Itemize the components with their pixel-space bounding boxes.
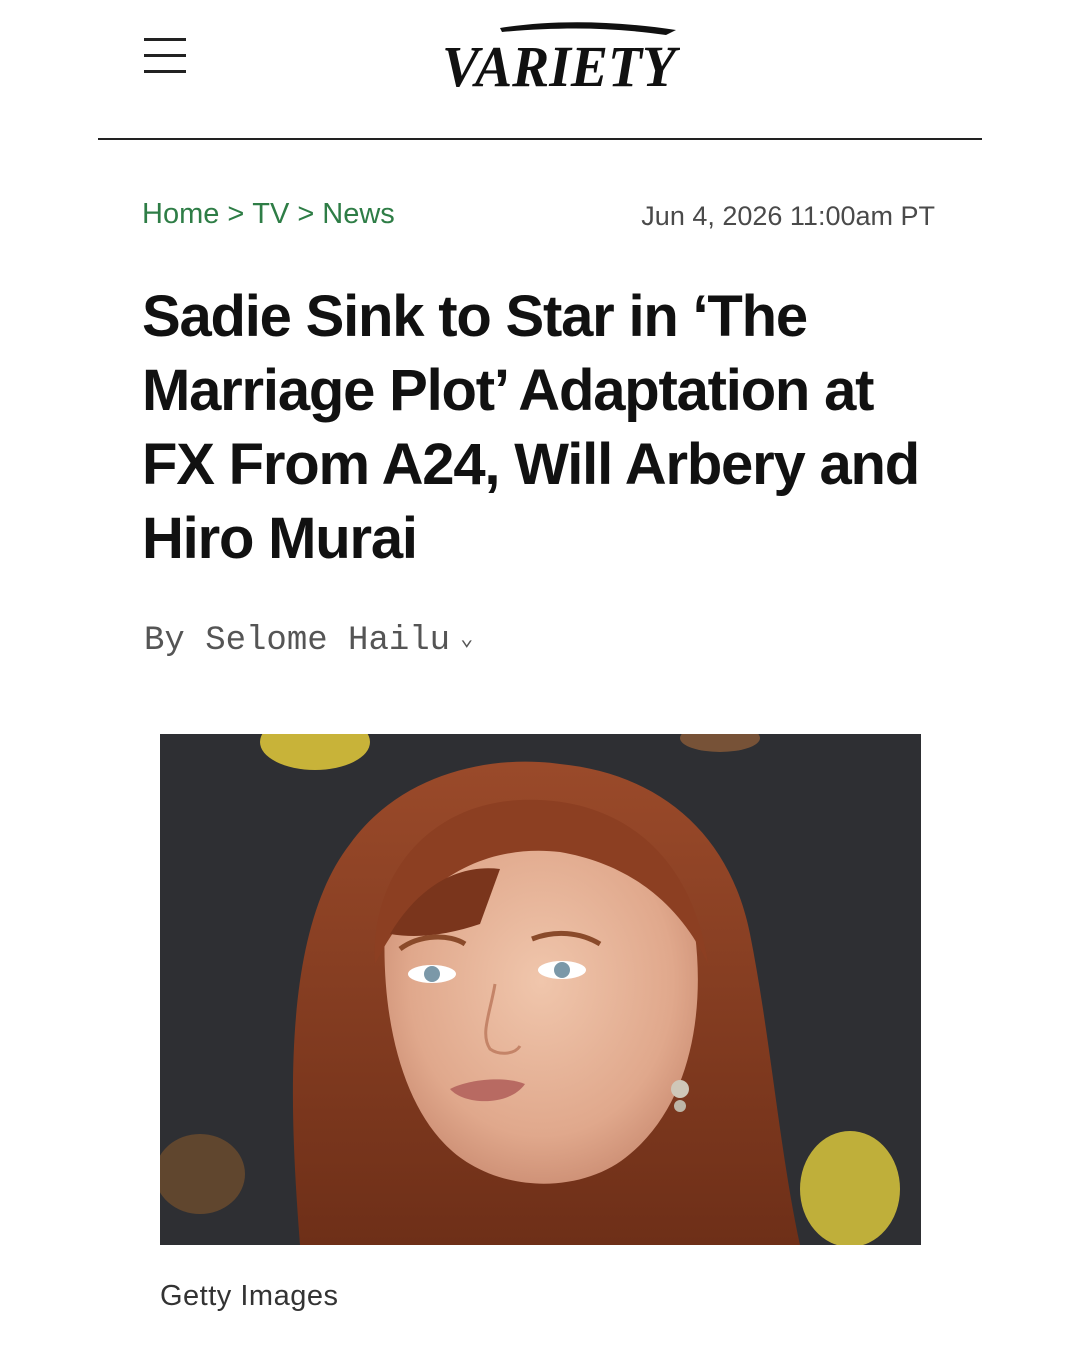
portrait-illustration — [160, 734, 921, 1245]
article-hero-image — [160, 734, 921, 1245]
breadcrumb-separator: > — [297, 198, 315, 230]
breadcrumb-home[interactable]: Home — [142, 198, 219, 230]
byline-prefix: By — [144, 622, 185, 660]
article-timestamp: Jun 4, 2026 11:00am PT — [641, 201, 935, 231]
chevron-down-icon: ⌄ — [460, 627, 474, 652]
breadcrumb: Home > TV > News — [142, 198, 395, 231]
variety-logo[interactable]: VARIETY — [440, 18, 680, 96]
breadcrumb-separator: > — [227, 198, 245, 230]
variety-logo-graphic: VARIETY — [442, 22, 680, 96]
author-name: Selome Hailu — [205, 622, 451, 660]
header-divider — [98, 138, 982, 140]
byline[interactable]: By Selome Hailu ⌄ — [144, 622, 473, 660]
image-credit: Getty Images — [160, 1280, 339, 1312]
breadcrumb-news[interactable]: News — [322, 198, 395, 230]
breadcrumb-tv[interactable]: TV — [252, 198, 289, 230]
article-headline: Sadie Sink to Star in ‘The Marriage Plot… — [142, 284, 920, 571]
variety-logo-text: VARIETY — [442, 34, 680, 96]
hamburger-menu-icon[interactable] — [144, 38, 186, 74]
